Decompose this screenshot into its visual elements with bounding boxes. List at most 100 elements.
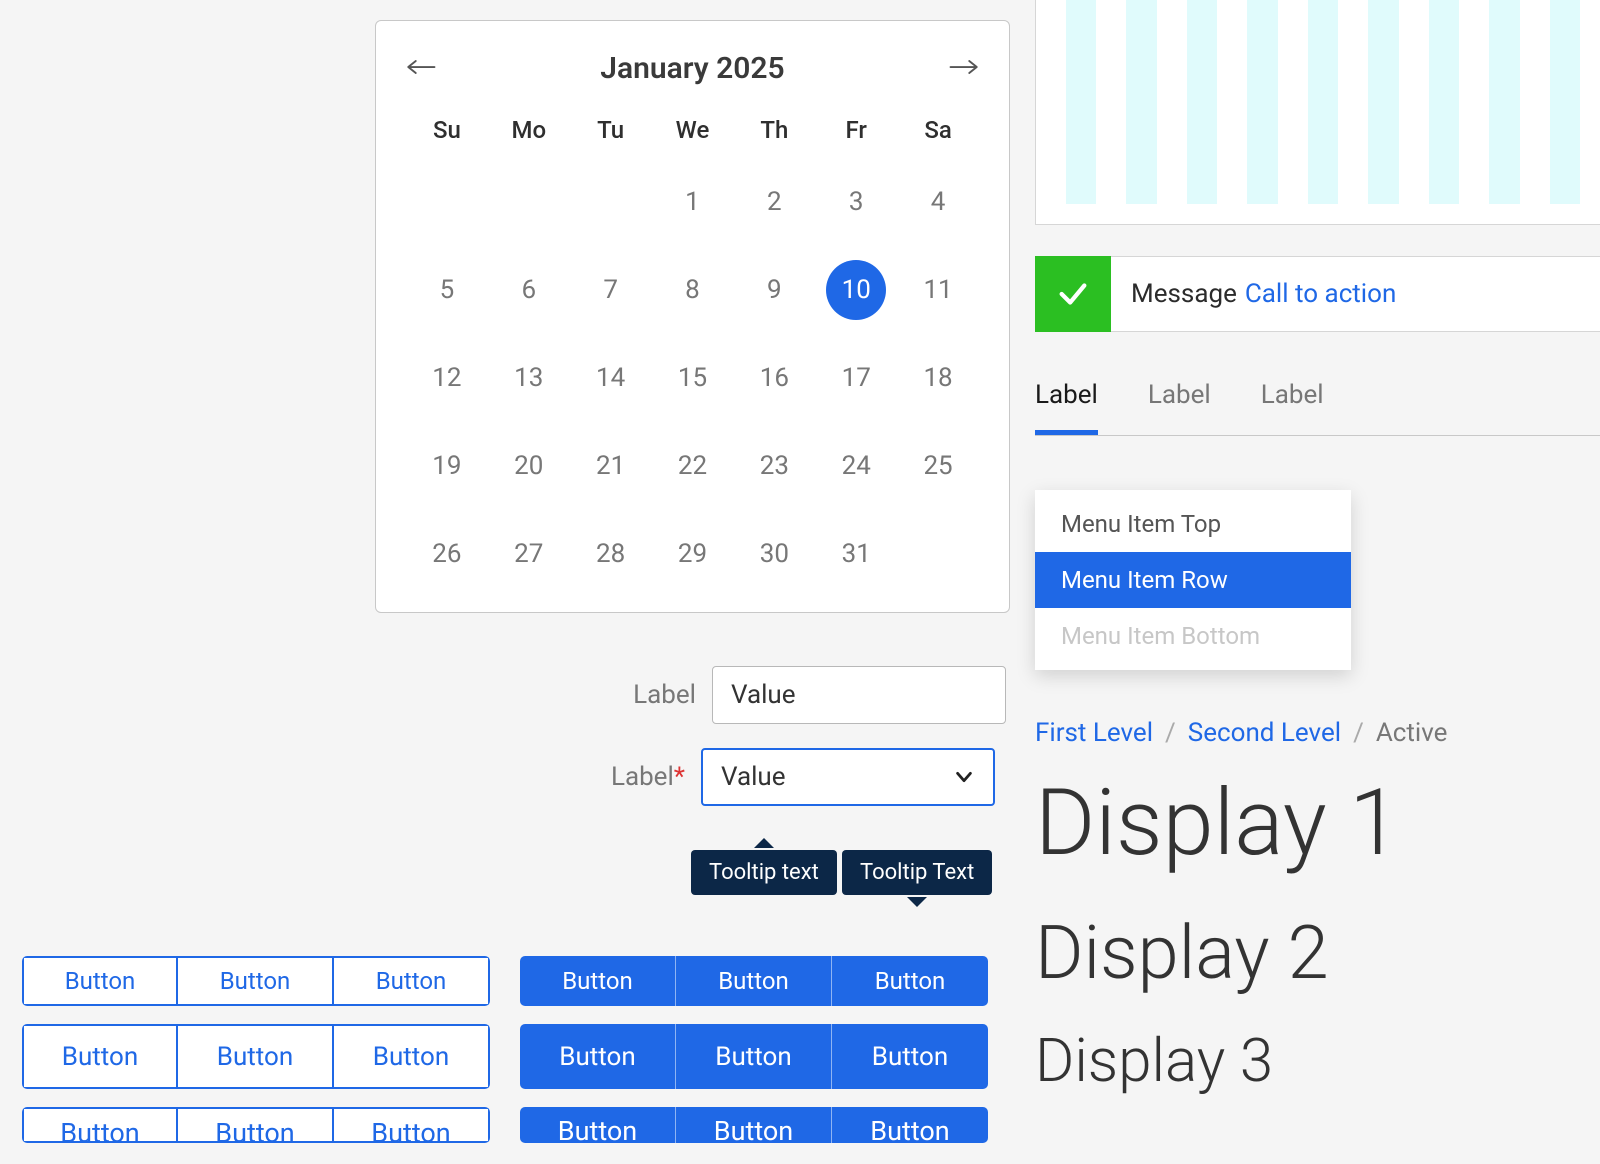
- calendar-day[interactable]: 31: [826, 524, 886, 584]
- breadcrumb-separator: /: [1353, 718, 1364, 748]
- calendar-day[interactable]: 17: [826, 348, 886, 408]
- stripe: [1247, 0, 1277, 204]
- alert-cta-link[interactable]: Call to action: [1245, 279, 1396, 309]
- segment-button[interactable]: Button: [22, 956, 178, 1006]
- calendar-dow: Th: [760, 116, 788, 144]
- calendar-day[interactable]: 25: [908, 436, 968, 496]
- calendar-day[interactable]: 21: [581, 436, 641, 496]
- segment-button[interactable]: Button: [334, 1024, 490, 1089]
- segment-button[interactable]: Button: [520, 1024, 676, 1089]
- calendar-day[interactable]: 7: [581, 260, 641, 320]
- calendar-day[interactable]: 15: [662, 348, 722, 408]
- arrow-left-icon: [406, 56, 436, 78]
- breadcrumb-link[interactable]: Second Level: [1188, 718, 1341, 748]
- button-group-filled-md: Button Button Button: [520, 1024, 988, 1089]
- chevron-down-icon: [953, 766, 975, 788]
- calendar-day[interactable]: 1: [662, 172, 722, 232]
- menu-item-top[interactable]: Menu Item Top: [1035, 496, 1351, 552]
- field-label: Label: [606, 680, 696, 710]
- calendar-dow: Mo: [511, 116, 546, 144]
- segment-button[interactable]: Button: [676, 1107, 832, 1143]
- breadcrumb: First Level / Second Level / Active: [1035, 718, 1447, 748]
- calendar-day[interactable]: 24: [826, 436, 886, 496]
- tooltip: Tooltip text: [691, 850, 837, 895]
- tab-item[interactable]: Label: [1261, 380, 1324, 435]
- segment-button[interactable]: Button: [832, 1024, 988, 1089]
- display-2-heading: Display 2: [1035, 910, 1329, 997]
- tab-item[interactable]: Label: [1148, 380, 1211, 435]
- tooltip: Tooltip Text: [842, 850, 992, 895]
- text-input-value: Value: [731, 680, 796, 710]
- calendar-next-button[interactable]: [949, 54, 979, 84]
- calendar-day[interactable]: 20: [499, 436, 559, 496]
- segment-button[interactable]: Button: [22, 1024, 178, 1089]
- segment-button[interactable]: Button: [178, 1107, 334, 1143]
- stripe: [1066, 0, 1096, 204]
- calendar-day[interactable]: 3: [826, 172, 886, 232]
- calendar-day[interactable]: 27: [499, 524, 559, 584]
- segment-button[interactable]: Button: [520, 956, 676, 1006]
- calendar-day[interactable]: 22: [662, 436, 722, 496]
- stripe: [1429, 0, 1459, 204]
- segment-button[interactable]: Button: [178, 956, 334, 1006]
- stripe: [1187, 0, 1217, 204]
- breadcrumb-active: Active: [1376, 718, 1448, 748]
- calendar-dow: Sa: [924, 116, 951, 144]
- calendar-day[interactable]: 4: [908, 172, 968, 232]
- calendar-day[interactable]: 12: [417, 348, 477, 408]
- segment-button[interactable]: Button: [334, 956, 490, 1006]
- success-alert: Message Call to action: [1035, 256, 1600, 332]
- segment-button[interactable]: Button: [676, 956, 832, 1006]
- segment-button[interactable]: Button: [832, 1107, 988, 1143]
- calendar-day[interactable]: 26: [417, 524, 477, 584]
- calendar-day[interactable]: 9: [744, 260, 804, 320]
- calendar-day[interactable]: 2: [744, 172, 804, 232]
- calendar-day[interactable]: 5: [417, 260, 477, 320]
- button-group-outline-md: Button Button Button: [22, 1024, 490, 1089]
- check-icon: [1035, 256, 1111, 332]
- calendar-day[interactable]: 14: [581, 348, 641, 408]
- display-1-heading: Display 1: [1035, 770, 1400, 877]
- tab-bar: Label Label Label: [1035, 380, 1600, 436]
- stripe: [1308, 0, 1338, 204]
- breadcrumb-separator: /: [1165, 718, 1176, 748]
- dropdown-menu: Menu Item Top Menu Item Row Menu Item Bo…: [1035, 490, 1351, 670]
- calendar-dow: Fr: [846, 116, 867, 144]
- segment-button[interactable]: Button: [334, 1107, 490, 1143]
- stripe: [1550, 0, 1580, 204]
- segment-button[interactable]: Button: [676, 1024, 832, 1089]
- calendar-day[interactable]: 10: [826, 260, 886, 320]
- menu-item-bottom: Menu Item Bottom: [1035, 608, 1351, 664]
- menu-item-row[interactable]: Menu Item Row: [1035, 552, 1351, 608]
- calendar: January 2025 SuMoTuWeThFrSa1234567891011…: [375, 20, 1010, 613]
- calendar-day[interactable]: 16: [744, 348, 804, 408]
- display-3-heading: Display 3: [1035, 1025, 1273, 1096]
- segment-button[interactable]: Button: [520, 1107, 676, 1143]
- calendar-day[interactable]: 11: [908, 260, 968, 320]
- tab-item[interactable]: Label: [1035, 380, 1098, 435]
- calendar-day[interactable]: 8: [662, 260, 722, 320]
- select-input[interactable]: Value: [701, 748, 995, 806]
- column-preview-panel: [1035, 0, 1600, 225]
- calendar-day[interactable]: 30: [744, 524, 804, 584]
- calendar-dow: We: [676, 116, 710, 144]
- button-group-outline-sm: Button Button Button: [22, 956, 490, 1006]
- segment-button[interactable]: Button: [22, 1107, 178, 1143]
- select-value: Value: [721, 762, 786, 792]
- breadcrumb-link[interactable]: First Level: [1035, 718, 1153, 748]
- calendar-prev-button[interactable]: [406, 54, 436, 84]
- segment-button[interactable]: Button: [178, 1024, 334, 1089]
- alert-message: Message: [1131, 279, 1237, 309]
- stripe: [1126, 0, 1156, 204]
- segment-button[interactable]: Button: [832, 956, 988, 1006]
- calendar-day[interactable]: 6: [499, 260, 559, 320]
- text-input[interactable]: Value: [712, 666, 1006, 724]
- calendar-day[interactable]: 29: [662, 524, 722, 584]
- calendar-day[interactable]: 19: [417, 436, 477, 496]
- calendar-day[interactable]: 13: [499, 348, 559, 408]
- stripe: [1368, 0, 1398, 204]
- stripe: [1489, 0, 1519, 204]
- calendar-day[interactable]: 18: [908, 348, 968, 408]
- calendar-day[interactable]: 23: [744, 436, 804, 496]
- calendar-day[interactable]: 28: [581, 524, 641, 584]
